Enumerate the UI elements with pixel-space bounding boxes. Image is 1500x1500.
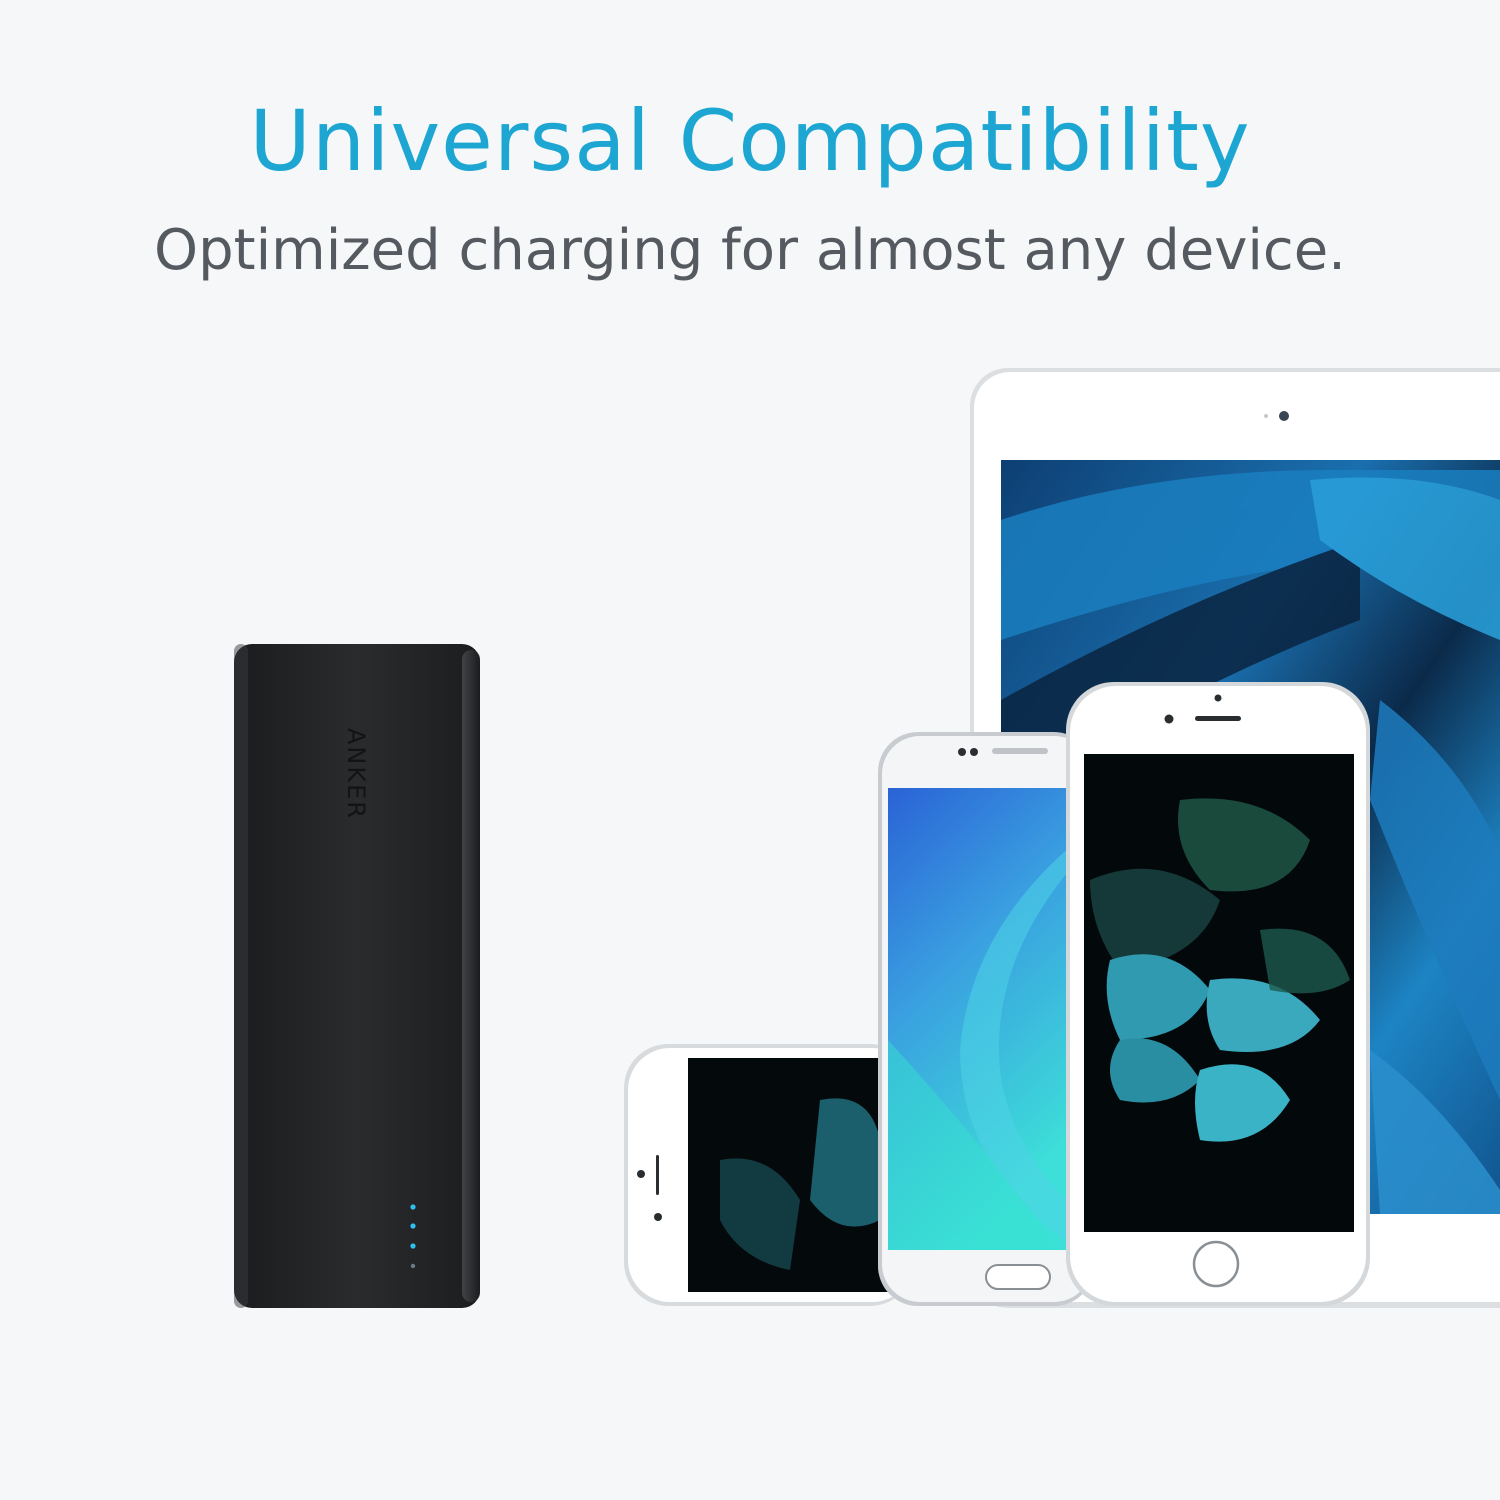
home-button <box>985 1264 1051 1290</box>
proximity-sensor-icon <box>1214 694 1222 702</box>
led-indicator <box>410 1243 416 1249</box>
phone-camera-icon <box>637 1170 645 1178</box>
product-scene: ANKER <box>234 368 1500 1308</box>
brand-logo: ANKER <box>342 728 370 820</box>
earpiece-icon <box>1195 716 1241 721</box>
led-indicator <box>410 1204 416 1210</box>
front-camera-icon <box>958 748 966 756</box>
phone-landscape <box>624 1044 914 1306</box>
iphone <box>1066 682 1370 1306</box>
front-camera-icon <box>1164 714 1174 724</box>
home-button <box>1192 1240 1240 1288</box>
power-bank: ANKER <box>234 644 480 1308</box>
android-phone <box>878 732 1094 1306</box>
led-indicator <box>410 1263 416 1269</box>
earpiece-icon <box>992 748 1048 754</box>
led-indicator <box>410 1223 416 1229</box>
speaker-icon <box>656 1155 659 1195</box>
tablet-camera-icon <box>1279 411 1289 421</box>
